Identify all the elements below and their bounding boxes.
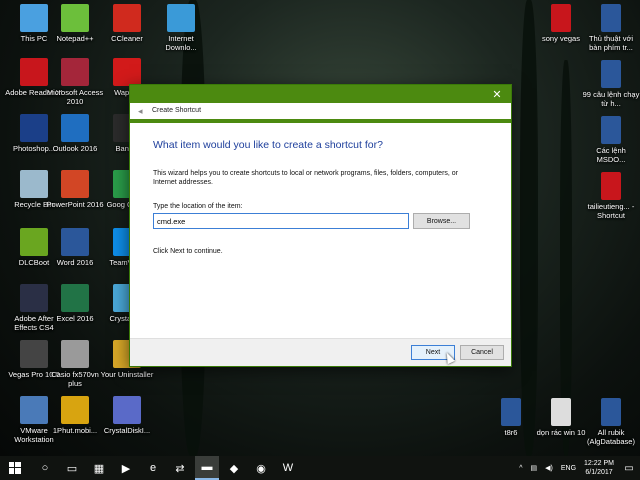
- wizard-title: Create Shortcut: [152, 107, 202, 114]
- desktop-icon[interactable]: Internet Downlo...: [152, 4, 210, 52]
- desktop-icon-label: 1Phut.mobi...: [52, 426, 98, 435]
- wizard-header: ◂ Create Shortcut: [130, 103, 511, 119]
- clock-date: 6/1/2017: [585, 469, 613, 476]
- background-tree: [520, 0, 538, 456]
- vmware-icon: [20, 396, 48, 424]
- clock[interactable]: 12:22 PM 6/1/2017: [584, 459, 614, 477]
- tray-chevron-icon[interactable]: ^: [519, 465, 522, 472]
- desktop-icon[interactable]: Notepad++: [46, 4, 104, 43]
- desktop-icon[interactable]: Excel 2016: [46, 284, 104, 323]
- idm-icon: [167, 4, 195, 32]
- desktop-icon-label: CrystalDiskI...: [103, 426, 151, 435]
- 1phut-icon: [61, 396, 89, 424]
- dlcboot-icon: [20, 228, 48, 256]
- desktop-icon-label: Your Uninstaller: [100, 370, 154, 379]
- desktop-icon-label: Internet Downlo...: [165, 34, 197, 52]
- system-tray: ^ ▤ ◀) ENG 12:22 PM 6/1/2017 ▭: [515, 459, 640, 477]
- ccleaner-icon: [113, 4, 141, 32]
- desktop-icon[interactable]: tailieutieng... - Shortcut: [582, 172, 640, 220]
- recycle-bin-icon: [20, 170, 48, 198]
- desktop-icon[interactable]: PowerPoint 2016: [46, 170, 104, 209]
- desktop-icon[interactable]: 1Phut.mobi...: [46, 396, 104, 435]
- word-doc-icon: [601, 116, 621, 144]
- desktop-icon-label: Microsoft Access 2010: [46, 88, 104, 106]
- desktop-icon[interactable]: All rubik (AlgDatabase): [582, 398, 640, 446]
- file-explorer-icon[interactable]: ▬: [195, 456, 219, 480]
- edge-icon[interactable]: e: [141, 456, 165, 480]
- desktop-icon-label: Notepad++: [56, 34, 94, 43]
- dialog-footer: Next Cancel: [130, 338, 511, 366]
- wapvip-icon: [113, 58, 141, 86]
- desktop-icon[interactable]: Word 2016: [46, 228, 104, 267]
- crystaldiskinfo-icon: [113, 396, 141, 424]
- network-icon[interactable]: ▤: [531, 464, 538, 472]
- desktop-icon-label: tailieutieng... - Shortcut: [587, 202, 635, 220]
- desktop-icon[interactable]: Thủ thuật với bàn phím tr...: [582, 4, 640, 52]
- desktop-icon[interactable]: Casio fx570vn plus: [46, 340, 104, 388]
- text-file-icon: [551, 398, 571, 426]
- desktop-icon[interactable]: CrystalDiskI...: [98, 396, 156, 435]
- pdf-icon: [601, 172, 621, 200]
- create-shortcut-dialog: ✕ ◂ Create Shortcut What item would you …: [129, 84, 512, 367]
- desktop-icon[interactable]: Microsoft Access 2010: [46, 58, 104, 106]
- notepad-icon: [61, 4, 89, 32]
- desktop-icon-label: Word 2016: [56, 258, 94, 267]
- powerpoint-icon: [61, 170, 89, 198]
- dialog-body: What item would you like to create a sho…: [153, 139, 491, 255]
- action-center-icon[interactable]: ▭: [618, 463, 640, 474]
- word-doc-icon: [601, 4, 621, 32]
- photoshop-icon: [20, 114, 48, 142]
- desktop-icon-label: Excel 2016: [56, 314, 94, 323]
- dialog-description: This wizard helps you to create shortcut…: [153, 170, 459, 186]
- desktop-icon-label: All rubik (AlgDatabase): [587, 428, 635, 446]
- pdf-icon: [551, 4, 571, 32]
- after-effects-icon: [20, 284, 48, 312]
- teamviewer-icon[interactable]: ⇄: [168, 456, 192, 480]
- calculator-icon: [61, 340, 89, 368]
- store-icon[interactable]: ▦: [87, 456, 111, 480]
- pdf-icon: [20, 58, 48, 86]
- access-icon: [61, 58, 89, 86]
- desktop-icon-label: Thủ thuật với bàn phím tr...: [588, 34, 634, 52]
- task-view-icon[interactable]: ▭: [60, 456, 84, 480]
- media-player-icon[interactable]: ▶: [114, 456, 138, 480]
- word-icon: [61, 228, 89, 256]
- back-arrow-icon[interactable]: ◂: [138, 103, 143, 119]
- desktop-icon[interactable]: CCleaner: [98, 4, 156, 43]
- desktop-icon-label: Outlook 2016: [52, 144, 98, 153]
- taskbar: ○ ▭ ▦ ▶ e ⇄ ▬ ◆ ◉ W ^ ▤ ◀) ENG 12:22 PM 6/1/2017 …: [0, 456, 640, 480]
- location-input[interactable]: [153, 213, 409, 229]
- continue-hint: Click Next to continue.: [153, 248, 223, 255]
- outlook-icon: [61, 114, 89, 142]
- location-label: Type the location of the item:: [153, 203, 243, 210]
- dialog-heading: What item would you like to create a sho…: [153, 139, 383, 151]
- volume-icon[interactable]: ◀): [545, 464, 553, 472]
- desktop-icon[interactable]: Outlook 2016: [46, 114, 104, 153]
- ccleaner-icon[interactable]: ◆: [222, 456, 246, 480]
- desktop-icon-label: 99 câu lệnh chạy từ h...: [582, 90, 640, 108]
- language-indicator[interactable]: ENG: [561, 465, 576, 472]
- computer-icon: [20, 4, 48, 32]
- chrome-icon[interactable]: ◉: [249, 456, 273, 480]
- word-doc-icon: [501, 398, 521, 426]
- word-doc-icon: [601, 398, 621, 426]
- desktop-icon[interactable]: 99 câu lệnh chạy từ h...: [582, 60, 640, 108]
- desktop-icon-label: Các lệnh MSDO...: [596, 146, 626, 164]
- desktop-icon[interactable]: Các lệnh MSDO...: [582, 116, 640, 164]
- excel-icon: [61, 284, 89, 312]
- desktop-icon-label: CCleaner: [111, 34, 143, 43]
- background-tree: [560, 60, 572, 456]
- windows-start-icon[interactable]: [0, 456, 30, 480]
- word-icon[interactable]: W: [276, 456, 300, 480]
- vegas-icon: [20, 340, 48, 368]
- browse-button[interactable]: Browse...: [413, 213, 470, 229]
- desktop-icon-label: PowerPoint 2016: [46, 200, 104, 209]
- clock-time: 12:22 PM: [584, 460, 614, 467]
- desktop-icon-label: Casio fx570vn plus: [51, 370, 99, 388]
- cancel-button[interactable]: Cancel: [460, 345, 504, 360]
- close-icon[interactable]: ✕: [489, 88, 505, 102]
- word-doc-icon: [601, 60, 621, 88]
- cortana-icon[interactable]: ○: [33, 456, 57, 480]
